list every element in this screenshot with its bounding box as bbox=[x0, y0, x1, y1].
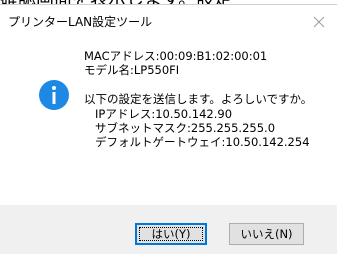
no-button-label: いいえ(N) bbox=[240, 227, 293, 241]
close-icon bbox=[313, 16, 325, 28]
message-area: MACアドレス:00:09:B1:02:00:01 モデル名:LP550FI 以… bbox=[0, 41, 337, 205]
yes-button[interactable]: はい(Y) bbox=[135, 223, 207, 245]
model-name-text: モデル名:LP550FI bbox=[84, 63, 180, 77]
button-bar: はい(Y) いいえ(N) bbox=[0, 205, 337, 254]
confirmation-question: 以下の設定を送信します。よろしいですか。 bbox=[84, 92, 313, 106]
screen: 確認画面を表示します。設定 プリンターLAN設定ツール MACアドレス:00:0… bbox=[0, 0, 337, 254]
ip-address-text: IPアドレス:10.50.142.90 bbox=[95, 107, 233, 121]
subnet-mask-text: サブネットマスク:255.255.255.0 bbox=[95, 121, 276, 135]
title-bar[interactable]: プリンターLAN設定ツール bbox=[0, 5, 337, 41]
default-gateway-text: デフォルトゲートウェイ:10.50.142.254 bbox=[95, 135, 310, 149]
no-button[interactable]: いいえ(N) bbox=[229, 223, 304, 245]
info-icon bbox=[39, 80, 69, 110]
mac-address-text: MACアドレス:00:09:B1:02:00:01 bbox=[84, 49, 268, 63]
dialog-title: プリンターLAN設定ツール bbox=[8, 15, 153, 29]
yes-button-label: はい(Y) bbox=[151, 227, 191, 241]
close-button[interactable] bbox=[301, 5, 337, 39]
confirmation-dialog: プリンターLAN設定ツール MACアドレス:00:09:B1:02:00:01 … bbox=[0, 4, 337, 254]
